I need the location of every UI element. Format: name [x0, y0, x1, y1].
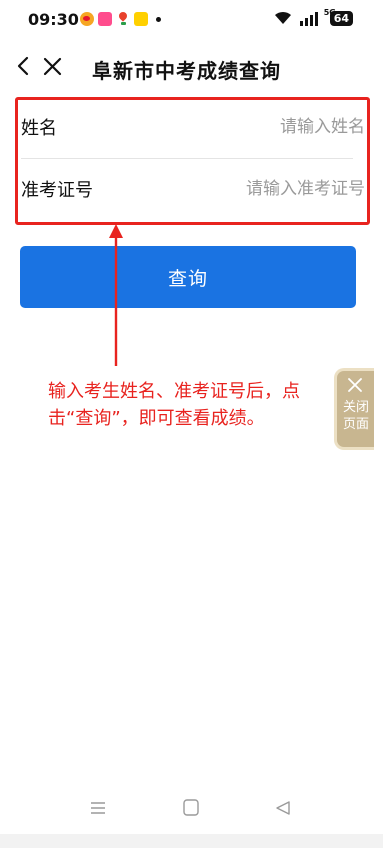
ticket-label: 准考证号	[21, 180, 93, 201]
system-nav-bar	[0, 790, 383, 830]
close-page-button[interactable]: 关闭页面	[334, 368, 374, 450]
instruction-text: 输入考生姓名、准考证号后，点击“查询”，即可查看成绩。	[48, 381, 300, 429]
row-divider	[21, 158, 353, 159]
name-row: 姓名	[18, 100, 367, 160]
nav-bar: 阜新市中考成绩查询	[0, 44, 383, 90]
network-label: 5G	[323, 8, 336, 17]
query-form: 姓名 准考证号	[15, 97, 370, 225]
close-page-label: 关闭页面	[342, 400, 369, 432]
map-pin-icon	[116, 12, 130, 26]
name-label: 姓名	[21, 118, 57, 139]
meituan-icon	[134, 12, 148, 26]
query-button[interactable]: 查询	[20, 246, 356, 308]
page-title: 阜新市中考成绩查询	[92, 59, 281, 83]
status-time: 09:30	[28, 10, 79, 29]
wifi-icon	[274, 11, 291, 24]
weibo-icon	[80, 12, 94, 26]
more-dot-icon	[156, 16, 161, 22]
name-input[interactable]	[145, 112, 365, 142]
ticket-number-input[interactable]	[145, 174, 365, 204]
chevron-left-icon[interactable]	[12, 52, 34, 80]
close-icon	[348, 378, 362, 392]
triangle-back-icon[interactable]	[274, 799, 292, 817]
status-bar: 09:30 5G 64	[0, 0, 383, 40]
close-icon[interactable]	[40, 52, 66, 80]
signal-icon: 5G	[298, 8, 336, 26]
app-icon	[98, 12, 112, 26]
ticket-row: 准考证号	[18, 162, 367, 222]
bottom-strip	[0, 834, 383, 848]
status-right: 5G 64	[274, 8, 353, 26]
annotation-arrow	[109, 224, 123, 366]
menu-icon[interactable]	[89, 799, 107, 817]
notification-icons	[80, 12, 161, 26]
home-icon[interactable]	[182, 798, 200, 817]
